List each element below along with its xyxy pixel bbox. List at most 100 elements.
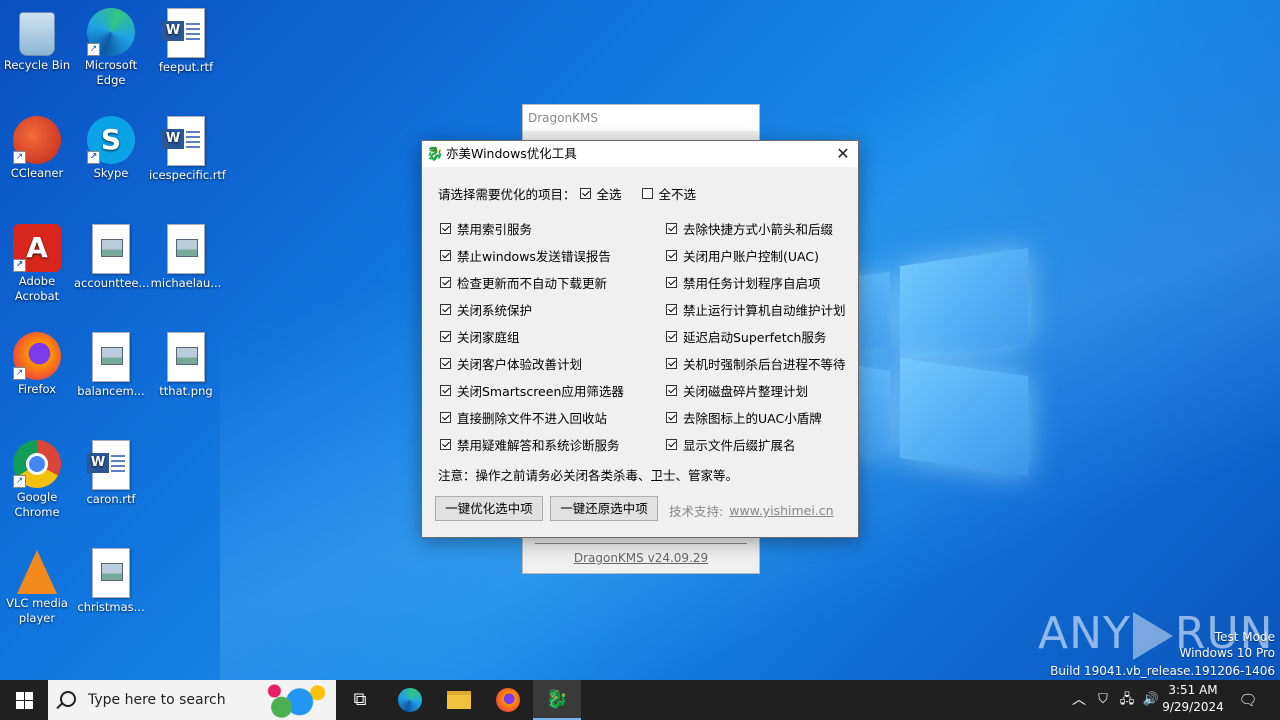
support-link[interactable]: www.yishimei.cn <box>729 503 833 518</box>
volume-icon[interactable]: 🔊 <box>1140 680 1162 720</box>
desktop-icon-caron[interactable]: W caron.rtf <box>74 436 148 507</box>
show-hidden-icons-chevron[interactable]: ︿ <box>1068 680 1090 720</box>
prompt-row: 请选择需要优化的项目： 全选 全不选 <box>438 184 696 203</box>
desktop-icon-tthat[interactable]: tthat.png <box>149 328 223 399</box>
play-icon <box>1132 612 1173 660</box>
desktop-icon-vlc[interactable]: VLC media player <box>0 544 74 626</box>
desktop-icon-feeput[interactable]: W feeput.rtf <box>149 4 223 75</box>
option-checkbox[interactable] <box>440 250 451 261</box>
icon-label: Microsoft Edge <box>84 58 138 87</box>
option-checkbox[interactable] <box>440 358 451 369</box>
option-left-5[interactable]: 关闭家庭组 <box>440 327 520 346</box>
desktop-icon-edge[interactable]: ↗ Microsoft Edge <box>74 4 148 88</box>
desktop-icon-ccleaner[interactable]: ↗ CCleaner <box>0 112 74 181</box>
icon-label: feeput.rtf <box>158 60 214 74</box>
option-checkbox[interactable] <box>666 385 677 396</box>
option-right-6[interactable]: 关机时强制杀后台进程不等待 <box>666 354 846 373</box>
taskbar-firefox-button[interactable] <box>484 680 532 720</box>
option-checkbox[interactable] <box>666 250 677 261</box>
acrobat-icon: A ↗ <box>13 224 61 272</box>
search-placeholder: Type here to search <box>88 692 226 708</box>
search-box[interactable]: Type here to search <box>48 680 336 720</box>
option-label: 延迟启动Superfetch服务 <box>683 330 827 345</box>
optimizer-dialog[interactable]: 🐉 亦美Windows优化工具 ✕ 请选择需要优化的项目： 全选 全不选 禁用索… <box>421 140 859 538</box>
option-checkbox[interactable] <box>666 412 677 423</box>
desktop-icon-skype[interactable]: S ↗ Skype <box>74 112 148 181</box>
icon-label: icespecific.rtf <box>149 168 226 182</box>
test-mode-label: Test Mode <box>1214 630 1275 644</box>
option-right-1[interactable]: 去除快捷方式小箭头和后缀 <box>666 219 833 238</box>
select-none-checkbox[interactable] <box>641 188 653 199</box>
security-icon[interactable]: ⛉ <box>1092 680 1114 720</box>
option-checkbox[interactable] <box>666 304 677 315</box>
notification-icon[interactable]: 🗨 <box>1234 680 1262 720</box>
desktop-icon-balancem[interactable]: balancem... <box>74 328 148 399</box>
desktop-icon-michaelau[interactable]: michaelau... <box>149 220 223 291</box>
image-file-icon <box>167 332 205 382</box>
restore-selected-button[interactable]: 一键还原选中项 <box>550 496 658 521</box>
desktop-icon-recycle-bin[interactable]: Recycle Bin <box>0 4 74 73</box>
firefox-icon <box>496 688 520 712</box>
option-left-3[interactable]: 检查更新而不自动下载更新 <box>440 273 607 292</box>
select-all-label[interactable]: 全选 <box>597 184 622 203</box>
option-left-9[interactable]: 禁用疑难解答和系统诊断服务 <box>440 435 620 454</box>
build-label: Build 19041.vb_release.191206-1406 <box>1050 664 1275 678</box>
image-file-icon <box>167 224 205 274</box>
desktop-icon-christmas[interactable]: christmas... <box>74 544 148 615</box>
option-label: 关闭Smartscreen应用筛选器 <box>457 384 624 399</box>
clock[interactable]: 3:51 AM 9/29/2024 <box>1160 682 1226 716</box>
option-checkbox[interactable] <box>440 304 451 315</box>
select-none-label[interactable]: 全不选 <box>659 184 697 203</box>
close-button[interactable]: ✕ <box>828 141 858 167</box>
taskbar-explorer-button[interactable] <box>435 680 483 720</box>
task-view-button[interactable]: ⧉ <box>336 680 384 720</box>
option-right-5[interactable]: 延迟启动Superfetch服务 <box>666 327 826 346</box>
word-document-icon: W <box>162 116 205 166</box>
desktop-icon-firefox[interactable]: ↗ Firefox <box>0 328 74 397</box>
option-checkbox[interactable] <box>666 331 677 342</box>
option-checkbox[interactable] <box>666 223 677 234</box>
dialog-titlebar[interactable]: 🐉 亦美Windows优化工具 ✕ <box>422 141 858 167</box>
windows-logo-wallpaper <box>840 245 1030 480</box>
optimize-selected-button[interactable]: 一键优化选中项 <box>435 496 543 521</box>
option-right-9[interactable]: 显示文件后缀扩展名 <box>666 435 796 454</box>
desktop-icon-chrome[interactable]: ↗ Google Chrome <box>0 436 74 520</box>
windows-start-icon <box>16 692 24 700</box>
dragonkms-version-link[interactable]: DragonKMS v24.09.29 <box>523 551 759 565</box>
option-right-4[interactable]: 禁止运行计算机自动维护计划 <box>666 300 846 319</box>
option-left-1[interactable]: 禁用索引服务 <box>440 219 532 238</box>
select-prompt: 请选择需要优化的项目： <box>438 187 576 202</box>
option-right-7[interactable]: 关闭磁盘碎片整理计划 <box>666 381 808 400</box>
chrome-icon: ↗ <box>13 440 61 488</box>
option-left-7[interactable]: 关闭Smartscreen应用筛选器 <box>440 381 624 400</box>
option-left-2[interactable]: 禁止windows发送错误报告 <box>440 246 611 265</box>
option-checkbox[interactable] <box>440 412 451 423</box>
desktop-icon-icespecific[interactable]: W icespecific.rtf <box>149 112 226 183</box>
start-button[interactable] <box>0 680 48 720</box>
desktop-icon-acrobat[interactable]: A ↗ Adobe Acrobat <box>0 220 74 304</box>
desktop-icon-accounttee[interactable]: accounttee... <box>74 220 149 291</box>
option-label: 检查更新而不自动下载更新 <box>457 276 608 291</box>
taskbar-optimizer-button[interactable]: 🐉 <box>533 680 581 720</box>
option-checkbox[interactable] <box>666 439 677 450</box>
option-checkbox[interactable] <box>666 277 677 288</box>
option-left-6[interactable]: 关闭客户体验改善计划 <box>440 354 582 373</box>
option-checkbox[interactable] <box>440 331 451 342</box>
option-left-4[interactable]: 关闭系统保护 <box>440 300 532 319</box>
option-checkbox[interactable] <box>440 223 451 234</box>
option-checkbox[interactable] <box>440 439 451 450</box>
network-icon[interactable]: 🖧 <box>1116 680 1138 720</box>
option-label: 关闭家庭组 <box>457 330 520 345</box>
option-right-3[interactable]: 禁用任务计划程序自启项 <box>666 273 821 292</box>
dragon-app-icon: 🐉 <box>545 689 569 710</box>
option-checkbox[interactable] <box>440 277 451 288</box>
option-label: 关闭客户体验改善计划 <box>457 357 583 372</box>
word-document-icon: W <box>87 440 130 490</box>
option-right-2[interactable]: 关闭用户账户控制(UAC) <box>666 246 819 265</box>
option-right-8[interactable]: 去除图标上的UAC小盾牌 <box>666 408 822 427</box>
select-all-checkbox[interactable] <box>579 188 591 199</box>
option-left-8[interactable]: 直接删除文件不进入回收站 <box>440 408 607 427</box>
option-checkbox[interactable] <box>440 385 451 396</box>
taskbar-edge-button[interactable] <box>386 680 434 720</box>
option-checkbox[interactable] <box>666 358 677 369</box>
